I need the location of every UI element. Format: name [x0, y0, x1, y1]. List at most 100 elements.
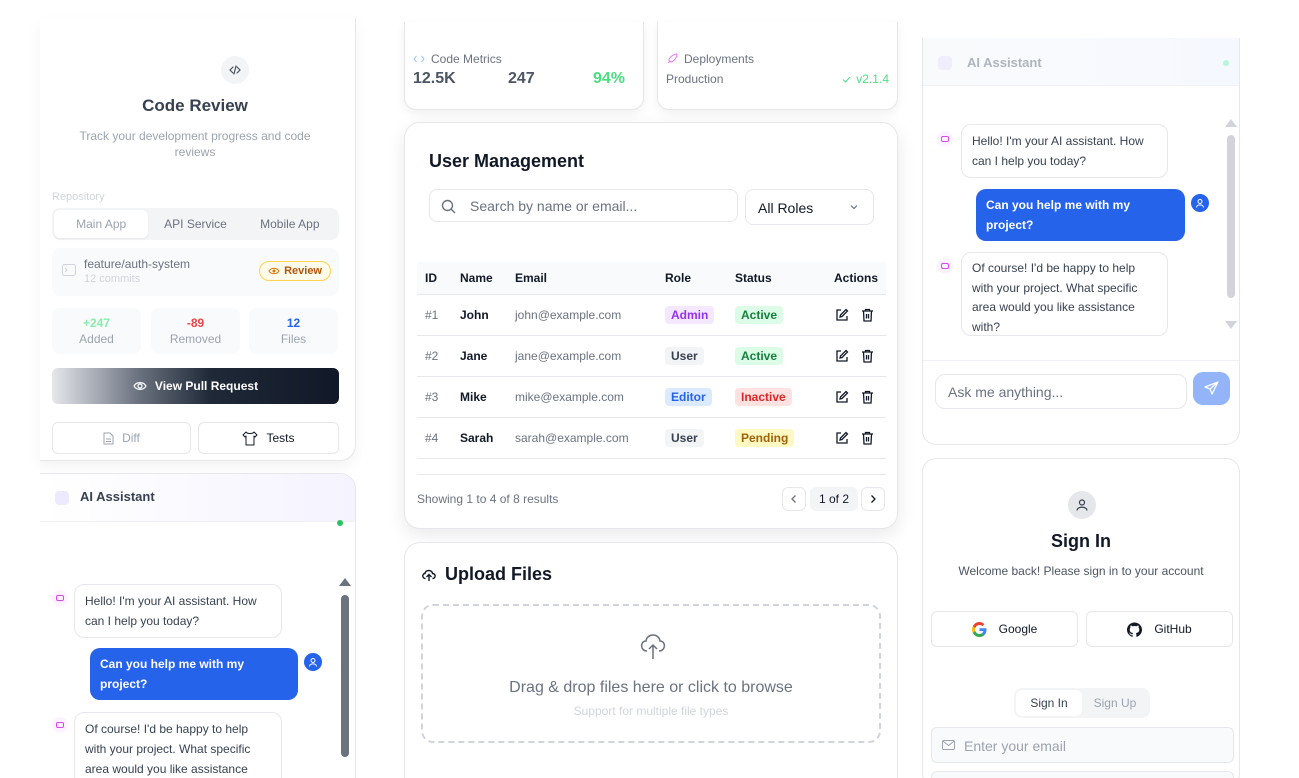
ai-assistant-title: AI Assistant [967, 55, 1042, 70]
diff-label: Diff [122, 431, 140, 445]
trash-icon[interactable] [861, 349, 874, 363]
table-header-row: ID Name Email Role Status Actions [417, 262, 886, 295]
user-icon [1068, 491, 1096, 519]
code-metrics-card: Code Metrics 12.5K 247 94% [404, 22, 644, 110]
scroll-up-arrow[interactable] [339, 578, 351, 586]
column-header-status[interactable]: Status [727, 262, 807, 295]
eye-icon [268, 267, 280, 275]
trash-icon[interactable] [861, 431, 874, 445]
status-badge: Active [735, 305, 784, 324]
scroll-down-arrow[interactable] [1225, 321, 1237, 329]
bot-icon [938, 56, 952, 70]
ai-assistant-header: AI Assistant [923, 38, 1239, 86]
dropzone-text: Drag & drop files here or click to brows… [509, 679, 793, 696]
cloud-upload-icon [422, 569, 436, 581]
bot-avatar-icon [937, 131, 953, 147]
tab-sign-up[interactable]: Sign Up [1082, 690, 1148, 716]
diff-button[interactable]: Diff [52, 422, 191, 454]
metric-lines: 12.5K [413, 70, 456, 87]
check-icon [842, 76, 851, 83]
tab-api-service[interactable]: API Service [148, 210, 242, 238]
code-review-subtitle: Track your development progress and code… [79, 129, 311, 159]
review-status-badge[interactable]: Review [259, 261, 331, 281]
results-summary: Showing 1 to 4 of 8 results [417, 492, 559, 506]
commit-count: 12 commits [84, 273, 141, 285]
role-filter-select[interactable]: All Roles [745, 189, 874, 225]
tab-mobile-app[interactable]: Mobile App [243, 210, 337, 238]
user-name: Mike [452, 376, 507, 418]
github-signin-button[interactable]: GitHub [1086, 611, 1233, 647]
edit-icon[interactable] [835, 308, 849, 322]
stat-removed-value: -89 [186, 316, 205, 330]
chat-message-bot: Of course! I'd be happy to help with you… [961, 252, 1168, 336]
ai-assistant-title: AI Assistant [80, 489, 155, 504]
sign-in-card: Sign In Welcome back! Please sign in to … [922, 458, 1240, 778]
edit-icon[interactable] [835, 431, 849, 445]
terminal-icon [62, 264, 76, 276]
user-search-input[interactable]: Search by name or email... [429, 189, 738, 222]
chat-input-placeholder: Ask me anything... [948, 384, 1064, 400]
edit-icon[interactable] [835, 390, 849, 404]
search-icon [441, 199, 456, 214]
bot-avatar-icon [937, 258, 953, 274]
chat-scrollbar[interactable] [341, 595, 349, 757]
deploy-version: v2.1.4 [842, 72, 889, 86]
role-badge: User [665, 428, 704, 447]
status-badge: Inactive [735, 387, 792, 406]
tab-main-app[interactable]: Main App [54, 210, 149, 238]
send-button[interactable] [1193, 372, 1230, 405]
user-email: sarah@example.com [507, 417, 657, 459]
file-dropzone[interactable]: Drag & drop files here or click to brows… [421, 604, 881, 743]
code-review-card: Code Review Track your development progr… [40, 18, 356, 461]
deployments-header: Deployments [666, 52, 754, 66]
user-id: #4 [417, 417, 452, 459]
view-pull-request-button[interactable]: View Pull Request [52, 368, 339, 404]
trash-icon[interactable] [861, 308, 874, 322]
user-name: John [452, 294, 507, 336]
user-management-title: User Management [429, 151, 585, 171]
user-id: #3 [417, 376, 452, 418]
role-filter-value: All Roles [758, 200, 814, 216]
email-field[interactable]: Enter your email [931, 727, 1234, 763]
ai-assistant-header: AI Assistant [40, 474, 355, 526]
sign-in-subtitle: Welcome back! Please sign in to your acc… [958, 564, 1204, 578]
bot-icon [55, 491, 69, 505]
metric-percent: 94% [593, 70, 626, 87]
review-badge-label: Review [284, 265, 322, 277]
branch-name: feature/auth-system [84, 257, 191, 271]
tests-button[interactable]: Tests [198, 422, 339, 454]
email-placeholder: Enter your email [964, 738, 1066, 754]
chat-message-bot: Of course! I'd be happy to help with you… [74, 712, 282, 778]
user-avatar-icon [304, 653, 322, 671]
code-icon [221, 56, 249, 84]
column-header-email[interactable]: Email [507, 262, 657, 295]
chat-message-user: Can you help me with my project? [976, 189, 1185, 241]
search-placeholder: Search by name or email... [470, 198, 638, 214]
trash-icon[interactable] [861, 390, 874, 404]
scroll-up-arrow[interactable] [1225, 119, 1237, 127]
edit-icon[interactable] [835, 349, 849, 363]
user-name: Sarah [452, 417, 507, 459]
upload-title: Upload Files [445, 564, 553, 584]
prev-page-button[interactable] [782, 487, 806, 511]
stat-added-value: +247 [82, 316, 111, 330]
column-header-name[interactable]: Name [452, 262, 507, 295]
table-row: #2 Jane jane@example.com User Active [417, 335, 886, 377]
deploy-environment: Production [666, 72, 724, 86]
table-row: #4 Sarah sarah@example.com User Pending [417, 417, 886, 459]
column-header-role[interactable]: Role [657, 262, 727, 295]
bot-avatar-icon [52, 590, 68, 606]
status-badge: Pending [735, 428, 795, 447]
github-label: GitHub [1154, 622, 1192, 636]
user-management-card: User Management Search by name or email.… [404, 122, 898, 529]
code-icon [413, 55, 425, 63]
next-page-button[interactable] [861, 487, 885, 511]
chat-scrollbar[interactable] [1227, 135, 1235, 298]
google-signin-button[interactable]: Google [931, 611, 1078, 647]
password-field[interactable] [931, 771, 1234, 778]
column-header-id[interactable]: ID [417, 262, 452, 295]
tab-sign-in[interactable]: Sign In [1016, 690, 1082, 716]
user-avatar-icon [1191, 194, 1209, 212]
deployments-card: Deployments Production v2.1.4 [657, 22, 898, 110]
chat-input[interactable]: Ask me anything... [935, 374, 1187, 409]
